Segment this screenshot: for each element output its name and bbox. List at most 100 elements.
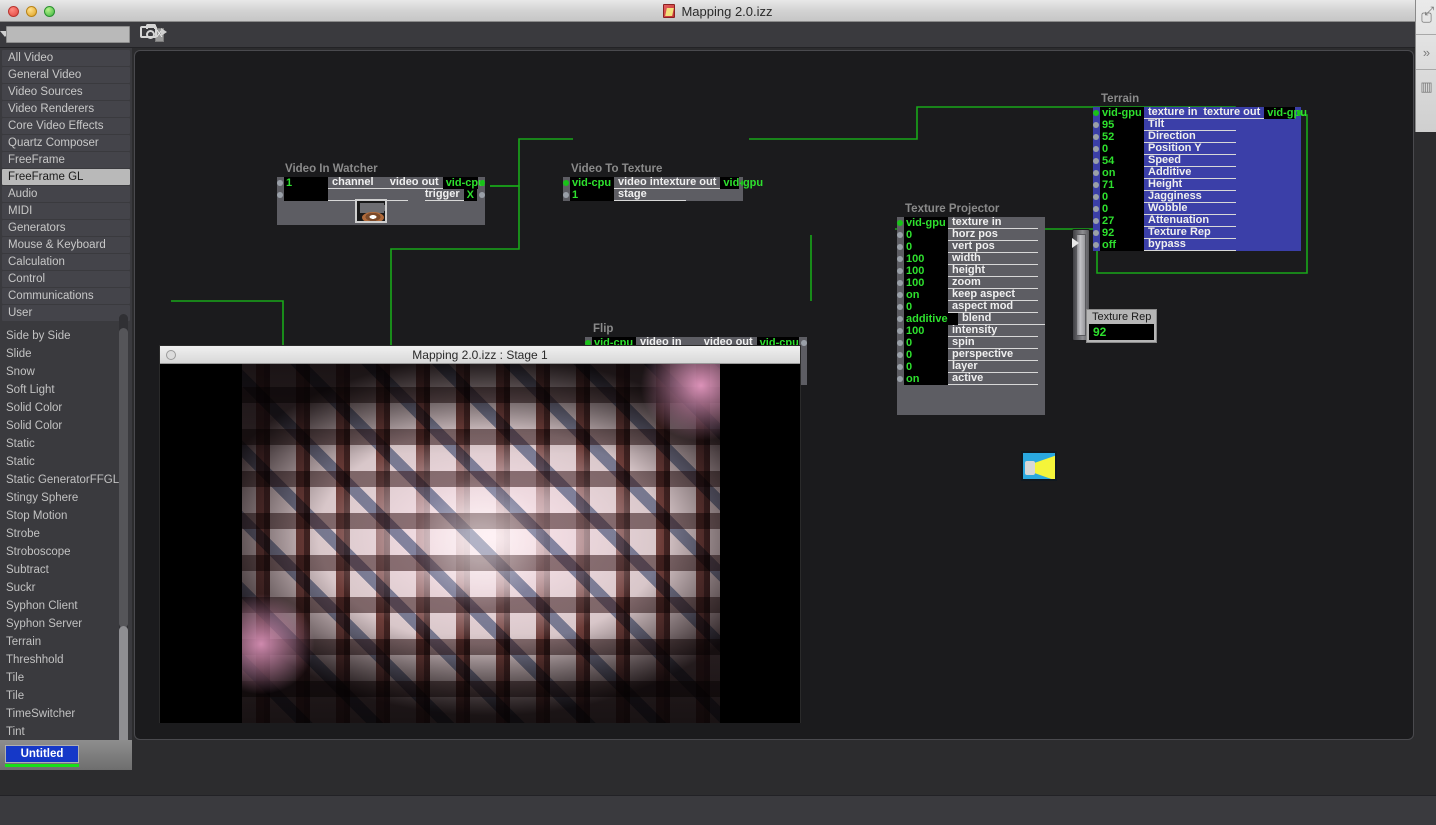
param-value[interactable]: off <box>1100 239 1144 251</box>
input-port[interactable] <box>897 328 903 334</box>
input-port[interactable] <box>1093 194 1099 200</box>
node-param-row[interactable]: 95 Tilt <box>1093 119 1301 131</box>
input-port[interactable] <box>897 340 903 346</box>
node-video-to-texture[interactable]: Video To Texture vid-cpu video in texture o… <box>563 163 763 201</box>
node-texture-projector[interactable]: Texture Projector vid-gpu texture in 0 horz … <box>897 203 1057 481</box>
input-port[interactable] <box>897 232 903 238</box>
node-param-row[interactable]: offbypass <box>1093 239 1301 251</box>
patch-canvas[interactable]: Video In Watcher 1 channel video out vid-cpu… <box>134 50 1414 740</box>
param-value[interactable]: vid-gpu <box>1100 107 1144 119</box>
node-body[interactable]: vid-gpu texture in texture out vid-gpu 95 Til… <box>1093 107 1307 251</box>
sidebar-effect-item[interactable]: Syphon Client <box>6 597 132 615</box>
sidebar-effect-item[interactable]: Side by Side <box>6 327 132 345</box>
param-value[interactable]: 1 <box>570 189 614 201</box>
param-value[interactable]: 100 <box>904 253 948 265</box>
node-body[interactable]: vid-cpu video in texture out vid-gpu 1 stage <box>563 177 763 201</box>
param-value[interactable]: vid-gpu <box>904 217 948 229</box>
input-port[interactable] <box>897 304 903 310</box>
slider-handle-arrow[interactable] <box>1072 238 1079 248</box>
input-port-connected[interactable] <box>897 220 903 226</box>
input-port[interactable] <box>897 244 903 250</box>
input-port[interactable] <box>1093 218 1099 224</box>
input-port-connected[interactable] <box>563 180 569 186</box>
param-value[interactable]: 1 <box>284 177 328 189</box>
node-param-row[interactable]: on active <box>897 373 1045 385</box>
param-value[interactable]: 0 <box>904 361 948 373</box>
input-port[interactable] <box>1093 158 1099 164</box>
sidebar-effect-item[interactable]: Syphon Server <box>6 615 132 633</box>
sidebar-category-midi[interactable]: MIDI <box>2 203 130 219</box>
sidebar-effect-item[interactable]: Solid Color <box>6 417 132 435</box>
node-param-row[interactable]: 54 Speed <box>1093 155 1301 167</box>
output-value[interactable]: X <box>463 189 477 201</box>
sidebar-effect-item[interactable]: Tint <box>6 723 132 740</box>
input-port[interactable] <box>1093 230 1099 236</box>
sidebar-effect-item[interactable]: Static <box>6 435 132 453</box>
sidebar-effect-item[interactable]: Solid Color <box>6 399 132 417</box>
sidebar-effect-item[interactable]: Terrain <box>6 633 132 651</box>
output-port[interactable] <box>801 340 807 346</box>
param-value[interactable]: 0 <box>1100 203 1144 215</box>
sidebar-effect-item[interactable]: Subtract <box>6 561 132 579</box>
node-param-row[interactable]: on Additive <box>1093 167 1301 179</box>
param-value[interactable]: 54 <box>1100 155 1144 167</box>
node-video-in-watcher[interactable]: Video In Watcher 1 channel video out vid-cpu… <box>277 163 485 225</box>
sidebar-category-video-renderers[interactable]: Video Renderers <box>2 101 130 117</box>
param-value[interactable]: 100 <box>904 277 948 289</box>
param-value[interactable]: 0 <box>904 301 948 313</box>
node-param-row[interactable]: 0 Position Y <box>1093 143 1301 155</box>
sidebar-category-video-sources[interactable]: Video Sources <box>2 84 130 100</box>
close-circle-icon[interactable] <box>166 350 176 360</box>
node-body[interactable]: vid-gpu texture in 0 horz pos 0 vert pos 100 wi… <box>897 217 1057 481</box>
param-value[interactable]: 27 <box>1100 215 1144 227</box>
input-port[interactable] <box>897 352 903 358</box>
param-value[interactable]: 0 <box>1100 143 1144 155</box>
sidebar-category-quartz-composer[interactable]: Quartz Composer <box>2 135 130 151</box>
expand-diagonal-icon[interactable]: ⤢ <box>1424 4 1434 19</box>
sidebar-effect-item[interactable]: Tile <box>6 669 132 687</box>
search-input[interactable] <box>7 28 155 41</box>
sidebar-effect-item[interactable]: Snow <box>6 363 132 381</box>
param-value[interactable]: on <box>1100 167 1144 179</box>
sidebar-effect-item[interactable]: TimeSwitcher <box>6 705 132 723</box>
input-port[interactable] <box>897 280 903 286</box>
input-port[interactable] <box>277 192 283 198</box>
tab-untitled[interactable]: Untitled <box>5 745 79 763</box>
input-port[interactable] <box>1093 170 1099 176</box>
output-value[interactable]: vid-gpu <box>1264 107 1307 119</box>
node-terrain[interactable]: Terrain vid-gpu texture in texture out vid-g… <box>1093 93 1307 251</box>
param-value[interactable]: on <box>904 373 948 385</box>
sidebar-category-communications[interactable]: Communications <box>2 288 130 304</box>
sidebar-effect-item[interactable]: Threshhold <box>6 651 132 669</box>
param-value[interactable]: vid-cpu <box>570 177 614 189</box>
param-value[interactable]: additive <box>904 313 958 325</box>
input-port[interactable] <box>1093 182 1099 188</box>
sidebar-category-freeframe-gl[interactable]: FreeFrame GL <box>2 169 130 185</box>
output-port-connected[interactable] <box>1297 110 1302 116</box>
param-value[interactable]: 71 <box>1100 179 1144 191</box>
input-port[interactable] <box>277 180 283 186</box>
input-port[interactable] <box>897 364 903 370</box>
param-value[interactable]: 0 <box>904 229 948 241</box>
input-port[interactable] <box>897 316 903 322</box>
param-value[interactable]: 0 <box>904 241 948 253</box>
input-port-connected[interactable] <box>1093 110 1099 116</box>
output-port[interactable] <box>479 192 485 198</box>
sidebar-effect-item[interactable]: Stop Motion <box>6 507 132 525</box>
param-value[interactable]: 92 <box>1100 227 1144 239</box>
sidebar-effect-item[interactable]: Static GeneratorFFGL4 <box>6 471 132 489</box>
sidebar-effect-item[interactable]: Slide <box>6 345 132 363</box>
param-value[interactable]: 95 <box>1100 119 1144 131</box>
double-chevron-right-icon[interactable]: » <box>1416 35 1436 69</box>
search-field[interactable]: X <box>6 26 164 43</box>
sidebar-category-audio[interactable]: Audio <box>2 186 130 202</box>
node-param-row[interactable]: 1 stage <box>563 189 743 201</box>
sidebar-effect-item[interactable]: Static <box>6 453 132 471</box>
output-port-connected[interactable] <box>480 180 485 186</box>
sidebar-category-freeframe[interactable]: FreeFrame <box>2 152 130 168</box>
sidebar-category-control[interactable]: Control <box>2 271 130 287</box>
sidebar-effect-item[interactable]: Stingy Sphere <box>6 489 132 507</box>
input-port[interactable] <box>1093 242 1099 248</box>
param-value[interactable]: 100 <box>904 325 948 337</box>
param-value[interactable]: 0 <box>1100 191 1144 203</box>
